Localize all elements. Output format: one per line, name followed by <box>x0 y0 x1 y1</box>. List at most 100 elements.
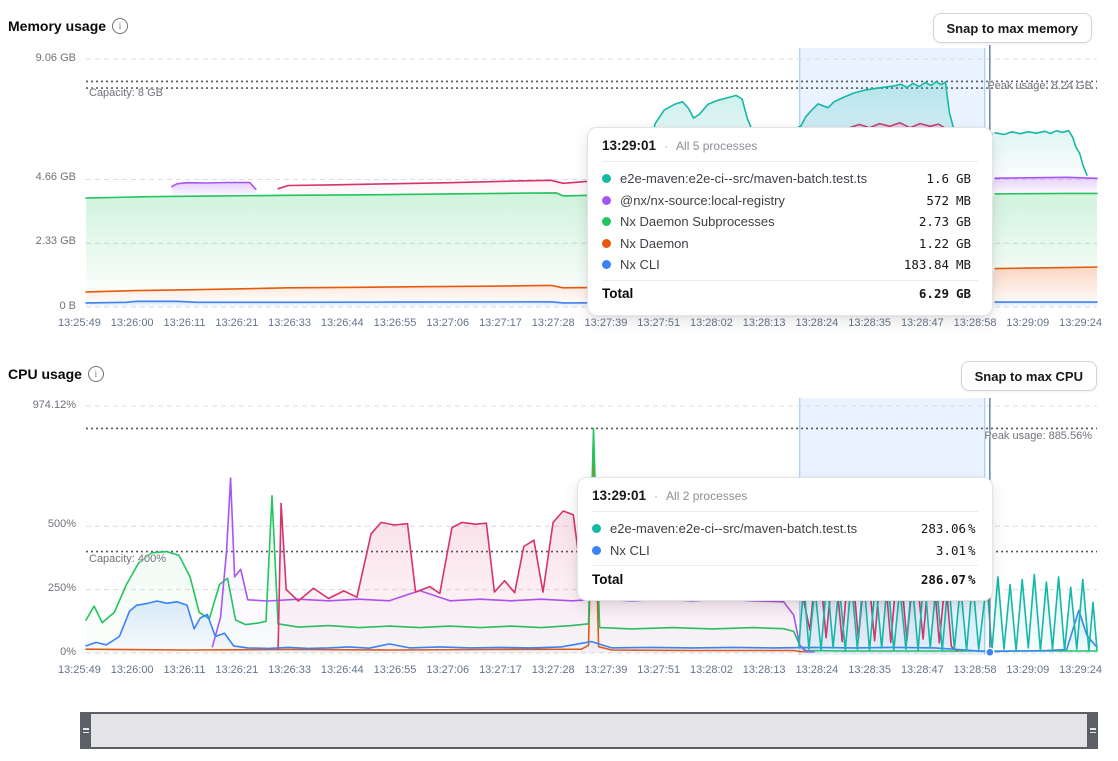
memory-section-title: Memory usage i <box>8 18 128 34</box>
cpu-x-tick: 13:27:17 <box>479 664 522 676</box>
memory-x-tick: 13:27:17 <box>479 317 522 329</box>
tooltip-process-row: Nx CLI 3.01 % <box>592 540 978 562</box>
memory-x-tick: 13:27:39 <box>585 317 628 329</box>
brush-left-handle[interactable] <box>80 712 91 749</box>
series-color-dot <box>602 239 611 248</box>
tooltip-process-row: Nx Daemon 1.22 GB <box>602 233 978 255</box>
memory-x-tick: 13:26:00 <box>111 317 154 329</box>
process-value: 1.6 <box>889 171 949 186</box>
memory-tooltip-total: Total 6.29 GB <box>602 280 978 307</box>
process-value: 2.73 <box>889 214 949 229</box>
memory-x-tick: 13:25:49 <box>58 317 101 329</box>
tooltip-separator: · <box>664 139 668 153</box>
time-range-brush[interactable] <box>80 712 1098 749</box>
memory-x-axis: 13:25:4913:26:0013:26:1113:26:2113:26:33… <box>58 317 1102 329</box>
tooltip-separator: · <box>654 489 658 503</box>
tooltip-process-row: e2e-maven:e2e-ci--src/maven-batch.test.t… <box>592 518 978 540</box>
process-value: 572 <box>889 193 949 208</box>
memory-tooltip: 13:29:01 · All 5 processes e2e-maven:e2e… <box>587 127 993 316</box>
memory-x-tick: 13:26:21 <box>215 317 258 329</box>
cpu-tooltip: 13:29:01 · All 2 processes e2e-maven:e2e… <box>577 477 993 601</box>
memory-capacity-label: Capacity: 8 GB <box>89 87 163 99</box>
process-unit: GB <box>956 236 978 251</box>
total-unit: % <box>968 572 978 587</box>
memory-x-tick: 13:27:06 <box>426 317 469 329</box>
cpu-y-tick: 0% <box>0 646 76 658</box>
cpu-x-tick: 13:28:24 <box>795 664 838 676</box>
cpu-tooltip-rows: e2e-maven:e2e-ci--src/maven-batch.test.t… <box>592 512 978 561</box>
cpu-x-tick: 13:28:47 <box>901 664 944 676</box>
cpu-x-tick: 13:26:00 <box>111 664 154 676</box>
total-value: 286.07 <box>906 572 966 587</box>
info-icon[interactable]: i <box>112 18 128 34</box>
cpu-x-tick: 13:28:35 <box>848 664 891 676</box>
brush-track[interactable] <box>91 712 1087 749</box>
memory-x-tick: 13:26:33 <box>268 317 311 329</box>
cpu-x-tick: 13:26:44 <box>321 664 364 676</box>
cpu-x-tick: 13:28:58 <box>954 664 997 676</box>
memory-x-tick: 13:28:13 <box>743 317 786 329</box>
cpu-peak-label: Peak usage: 885.56% <box>984 430 1092 442</box>
process-value: 283.06 <box>906 521 966 536</box>
cpu-capacity-label: Capacity: 400% <box>89 553 166 565</box>
tooltip-process-row: Nx Daemon Subprocesses 2.73 GB <box>602 211 978 233</box>
memory-x-tick: 13:28:35 <box>848 317 891 329</box>
cpu-x-tick: 13:27:06 <box>426 664 469 676</box>
process-unit: MB <box>956 193 978 208</box>
cpu-y-tick: 974.12% <box>0 399 76 411</box>
process-value: 3.01 <box>906 543 966 558</box>
process-name: @nx/nx-source:local-registry <box>620 193 889 208</box>
tooltip-time: 13:29:01 <box>602 138 656 153</box>
process-name: Nx Daemon Subprocesses <box>620 214 889 229</box>
series-color-dot <box>602 260 611 269</box>
cpu-tooltip-total: Total 286.07 % <box>592 565 978 592</box>
memory-peak-label: Peak usage: 8.24 GB <box>987 80 1092 92</box>
grip-icon <box>83 732 89 734</box>
total-label: Total <box>602 286 889 301</box>
cpu-x-tick: 13:27:39 <box>585 664 628 676</box>
total-value: 6.29 <box>889 286 949 301</box>
resource-usage-page: Memory usage i Snap to max memory 9.06 G… <box>0 0 1118 761</box>
process-unit: MB <box>956 257 978 272</box>
charts-canvas[interactable] <box>0 0 1118 761</box>
process-unit: % <box>968 521 978 536</box>
grip-icon <box>1090 728 1096 730</box>
memory-x-tick: 13:29:24 <box>1059 317 1102 329</box>
process-name: Nx CLI <box>610 543 906 558</box>
tooltip-process-row: @nx/nx-source:local-registry 572 MB <box>602 190 978 212</box>
cpu-x-tick: 13:26:33 <box>268 664 311 676</box>
tooltip-process-row: Nx CLI 183.84 MB <box>602 254 978 276</box>
cpu-x-tick: 13:28:13 <box>743 664 786 676</box>
cpu-x-tick: 13:28:02 <box>690 664 733 676</box>
memory-x-tick: 13:27:28 <box>532 317 575 329</box>
cpu-x-tick: 13:26:55 <box>374 664 417 676</box>
memory-y-tick: 2.33 GB <box>0 235 76 247</box>
grip-icon <box>83 728 89 730</box>
total-label: Total <box>592 572 906 587</box>
memory-tooltip-rows: e2e-maven:e2e-ci--src/maven-batch.test.t… <box>602 162 978 276</box>
memory-title-text: Memory usage <box>8 18 106 34</box>
snap-to-max-cpu-button[interactable]: Snap to max CPU <box>961 361 1097 391</box>
memory-x-tick: 13:26:44 <box>321 317 364 329</box>
snap-to-max-memory-button[interactable]: Snap to max memory <box>933 13 1093 43</box>
cpu-x-tick: 13:26:21 <box>215 664 258 676</box>
series-color-dot <box>602 217 611 226</box>
tooltip-subtitle: All 5 processes <box>676 139 757 153</box>
cpu-x-tick: 13:26:11 <box>163 664 205 676</box>
series-color-dot <box>592 546 601 555</box>
cpu-x-axis: 13:25:4913:26:0013:26:1113:26:2113:26:33… <box>58 664 1102 676</box>
info-icon[interactable]: i <box>88 366 104 382</box>
process-name: e2e-maven:e2e-ci--src/maven-batch.test.t… <box>610 521 906 536</box>
brush-right-handle[interactable] <box>1087 712 1098 749</box>
cpu-x-tick: 13:29:24 <box>1059 664 1102 676</box>
memory-x-tick: 13:27:51 <box>637 317 680 329</box>
memory-tooltip-header: 13:29:01 · All 5 processes <box>602 138 978 162</box>
series-color-dot <box>602 196 611 205</box>
memory-y-tick: 0 B <box>0 300 76 312</box>
total-unit: GB <box>956 286 978 301</box>
tooltip-process-row: e2e-maven:e2e-ci--src/maven-batch.test.t… <box>602 168 978 190</box>
cpu-y-tick: 250% <box>0 582 76 594</box>
cpu-x-tick: 13:29:09 <box>1006 664 1049 676</box>
process-name: e2e-maven:e2e-ci--src/maven-batch.test.t… <box>620 171 889 186</box>
cpu-x-tick: 13:27:51 <box>637 664 680 676</box>
